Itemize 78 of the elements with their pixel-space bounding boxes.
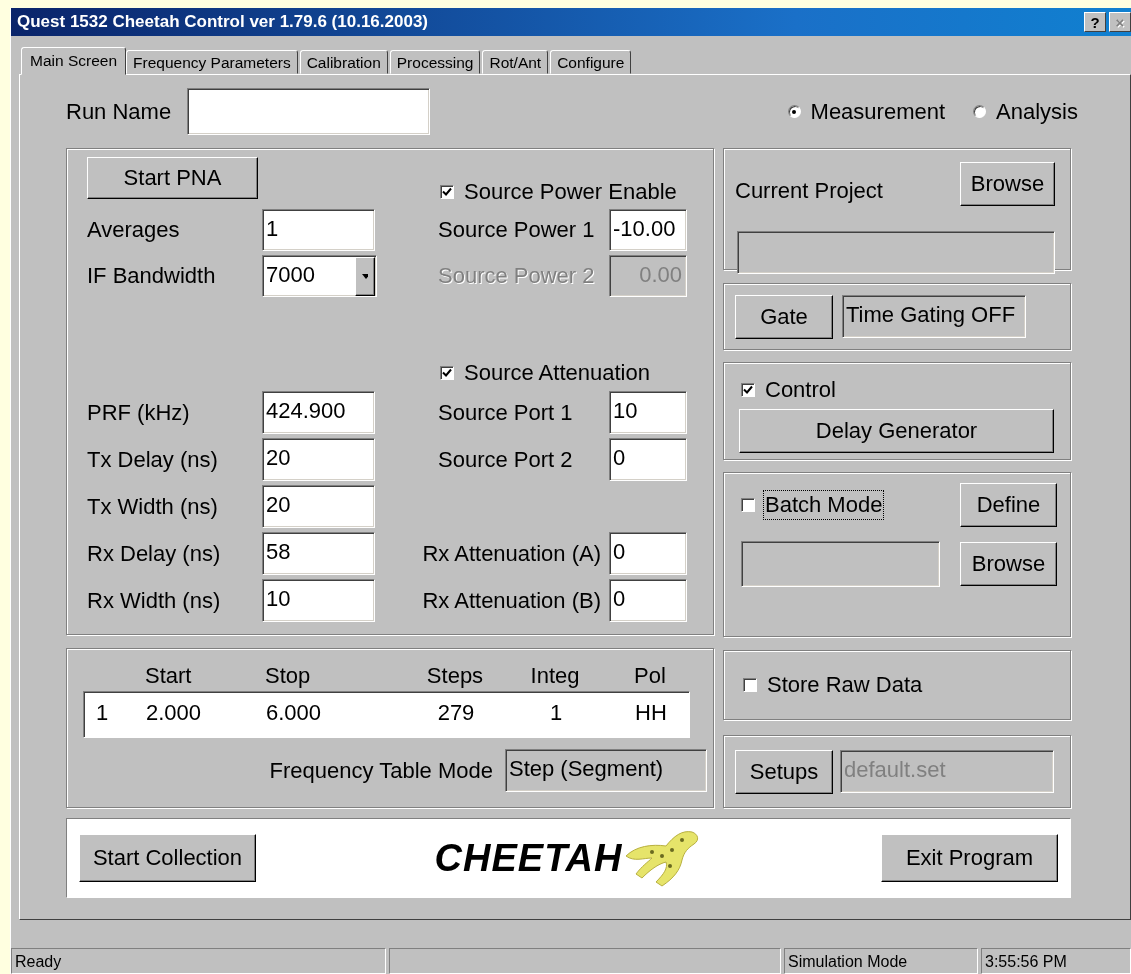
column-header: Pol	[633, 663, 667, 689]
field-label: Source Power 1	[438, 217, 596, 243]
exit-button[interactable]: Exit Program	[881, 834, 1058, 882]
define-button[interactable]: Define	[960, 483, 1057, 527]
field-label: Source Port 2	[438, 446, 574, 473]
text-field[interactable]: 20	[262, 485, 375, 528]
logo-text: CHEETAH	[434, 836, 623, 880]
table-cell-text: 6.000	[266, 700, 323, 726]
status-pane: Ready	[11, 948, 386, 974]
radio-label: Measurement	[810, 98, 946, 125]
radio-button[interactable]	[787, 105, 801, 118]
text-field[interactable]: -10.00	[609, 209, 687, 251]
table-cell-text: HH	[634, 700, 668, 726]
text-field[interactable]: 0	[609, 438, 687, 481]
browse-button[interactable]: Browse	[960, 162, 1055, 206]
field-label: Frequency Table Mode	[269, 757, 493, 784]
browse-button[interactable]: Browse	[960, 542, 1057, 586]
field-label: Averages	[87, 217, 181, 243]
checkbox[interactable]	[440, 366, 454, 380]
tab[interactable]: Calibration	[299, 50, 388, 74]
status-pane: 3:55:56 PM	[981, 948, 1131, 974]
tab[interactable]: Processing	[389, 50, 481, 74]
radio-label: Analysis	[996, 98, 1078, 125]
title-bar-button[interactable]: ?	[1084, 12, 1106, 32]
radio-button[interactable]	[973, 105, 987, 118]
text-field[interactable]: 10	[262, 579, 375, 622]
tab[interactable]: Frequency Parameters	[126, 50, 298, 74]
checkbox-label: Store Raw Data	[767, 672, 923, 698]
window-title: Quest 1532 Cheetah Control ver 1.79.6 (10.16.2003)	[17, 12, 430, 32]
start-button[interactable]: Start PNA	[87, 157, 258, 199]
mode-field[interactable]: Step (Segment)	[505, 749, 707, 792]
text-field[interactable]: 20	[262, 438, 375, 481]
text-field[interactable]: 0	[609, 532, 687, 575]
table-cell-text: 279	[436, 700, 476, 726]
text-field[interactable]: 424.900	[262, 391, 375, 434]
field-label: Rx Width (ns)	[87, 587, 222, 614]
field-label: Tx Width (ns)	[87, 493, 219, 520]
field-label: Tx Delay (ns)	[87, 446, 219, 473]
gate-button[interactable]: Gate	[735, 294, 833, 339]
table-cell-text: 2.000	[146, 700, 203, 726]
text-field[interactable]: 1	[262, 209, 375, 251]
tab[interactable]: Main Screen	[21, 47, 126, 75]
field-label: Rx Delay (ns)	[87, 540, 222, 567]
setups-button[interactable]: Setups	[735, 749, 833, 794]
batch-file-field[interactable]	[741, 541, 940, 587]
checkbox[interactable]	[741, 498, 755, 512]
table-cell-text: 1	[548, 700, 564, 726]
checkbox-label: Control	[765, 377, 836, 403]
column-header: Stop	[265, 663, 312, 689]
field-label: PRF (kHz)	[87, 399, 191, 426]
text-field[interactable]: 58	[262, 532, 375, 575]
column-header: Steps	[425, 663, 485, 689]
project-field[interactable]	[737, 231, 1055, 274]
field-label: Source Port 1	[438, 399, 574, 426]
field-label: IF Bandwidth	[87, 263, 217, 289]
text-field[interactable]: 0	[609, 579, 687, 622]
field-label: Source Power 2	[438, 263, 596, 289]
field-label: Rx Attenuation (B)	[422, 587, 602, 614]
run-name-field[interactable]	[187, 88, 431, 135]
checkbox[interactable]	[743, 678, 757, 692]
status-pane: Simulation Mode	[784, 948, 978, 974]
field-label: Rx Attenuation (A)	[422, 540, 602, 567]
start-collection-button[interactable]: Start Collection	[79, 834, 256, 882]
checkbox-label: Source Power Enable	[464, 179, 677, 205]
checkbox[interactable]	[741, 383, 755, 397]
checkbox[interactable]	[440, 185, 454, 199]
text-field[interactable]: 10	[609, 391, 687, 434]
tab[interactable]: Rot/Ant	[482, 50, 549, 74]
delay-generator-button[interactable]: Delay Generator	[739, 409, 1054, 453]
checkbox-label: Batch Mode	[765, 492, 883, 518]
column-header: Integ	[529, 663, 581, 689]
table-cell-text: 1	[96, 700, 110, 726]
field-label: Run Name	[66, 98, 172, 125]
checkbox-label: Source Attenuation	[464, 360, 650, 386]
tab[interactable]: Configure	[550, 50, 632, 74]
gating-status-field[interactable]: Time Gating OFF	[842, 295, 1026, 338]
column-header: Start	[145, 663, 193, 689]
field-label: Current Project	[735, 178, 884, 204]
